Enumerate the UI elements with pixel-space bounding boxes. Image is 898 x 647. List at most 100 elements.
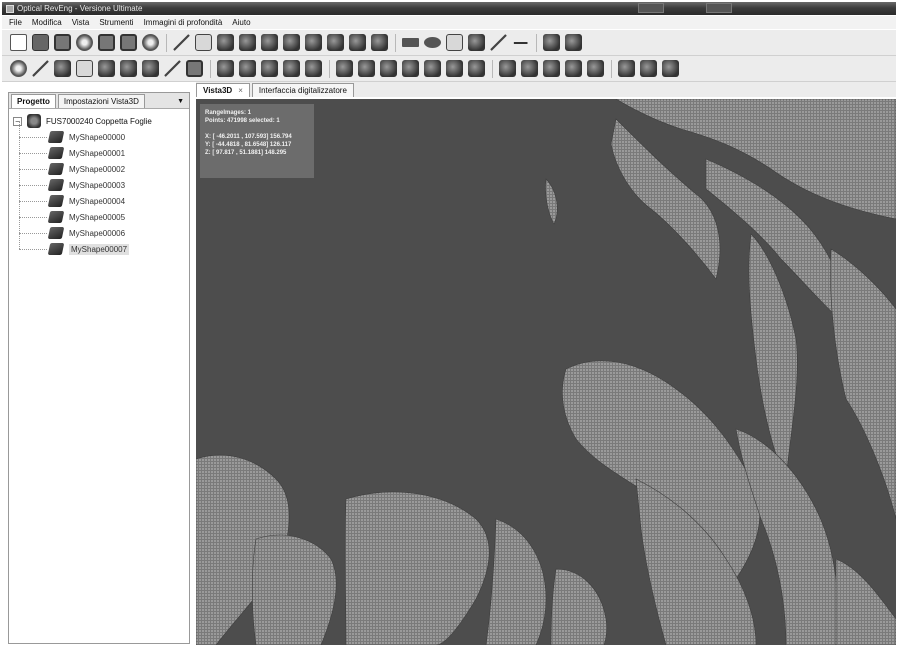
- tool-b-icon[interactable]: [358, 60, 375, 77]
- tool-l-icon[interactable]: [587, 60, 604, 77]
- tree-root[interactable]: − FUS7000240 Coppetta Foglie: [9, 113, 189, 129]
- edit-points-icon[interactable]: [468, 34, 485, 51]
- line-icon[interactable]: [490, 34, 507, 51]
- menu-modifica[interactable]: Modifica: [27, 18, 67, 27]
- cube-icon[interactable]: [327, 34, 344, 51]
- shaded-icon[interactable]: [76, 60, 93, 77]
- tree-item[interactable]: MyShape00001: [9, 137, 189, 161]
- cut-icon[interactable]: [305, 60, 322, 77]
- info-range-images: RangeImages: 1: [205, 110, 252, 116]
- points-icon[interactable]: [98, 60, 115, 77]
- split-icon[interactable]: [283, 60, 300, 77]
- menu-file[interactable]: File: [4, 18, 27, 27]
- tree-root-label: FUS7000240 Coppetta Foglie: [46, 116, 152, 126]
- tree-item-label: MyShape00000: [69, 132, 126, 142]
- arrow-icon[interactable]: [512, 34, 529, 51]
- tool-m-icon[interactable]: [618, 60, 635, 77]
- view-area: Vista3D × Interfaccia digitalizzatore Ra…: [196, 82, 896, 645]
- new-file-icon[interactable]: [10, 34, 27, 51]
- tree-item[interactable]: MyShape00003: [9, 169, 189, 193]
- bounding-box-icon[interactable]: [186, 60, 203, 77]
- screen-icon[interactable]: [120, 34, 137, 51]
- tool-c-icon[interactable]: [380, 60, 397, 77]
- minimize-button[interactable]: [638, 3, 664, 13]
- scanner-icon[interactable]: [217, 34, 234, 51]
- menu-vista[interactable]: Vista: [67, 18, 95, 27]
- window-titlebar: Optical RevEng - Versione Ultimate: [2, 2, 896, 15]
- tool-g-icon[interactable]: [468, 60, 485, 77]
- wireframe-icon[interactable]: [142, 60, 159, 77]
- window-title: Optical RevEng - Versione Ultimate: [17, 4, 143, 13]
- point-cloud-render: [196, 99, 896, 645]
- fit-view-icon[interactable]: [195, 34, 212, 51]
- mesh-icon[interactable]: [261, 34, 278, 51]
- tool-f-icon[interactable]: [446, 60, 463, 77]
- zoom-icon[interactable]: [173, 34, 190, 51]
- mesh-alt-icon[interactable]: [283, 34, 300, 51]
- transform-icon[interactable]: [349, 34, 366, 51]
- tree-item-label: MyShape00007: [69, 243, 130, 255]
- target-icon[interactable]: [142, 34, 159, 51]
- shape-icon: [47, 227, 65, 239]
- align-icon[interactable]: [543, 34, 560, 51]
- pointer-icon[interactable]: [32, 60, 49, 77]
- filter-icon[interactable]: [164, 60, 181, 77]
- surface-icon[interactable]: [120, 60, 137, 77]
- monitor-icon[interactable]: [98, 34, 115, 51]
- toolbar-separator: [611, 59, 612, 78]
- scanner-alt-icon[interactable]: [239, 34, 256, 51]
- tool-j-icon[interactable]: [543, 60, 560, 77]
- tree-item-label: MyShape00006: [69, 228, 126, 238]
- tool-k-icon[interactable]: [565, 60, 582, 77]
- tool-e-icon[interactable]: [424, 60, 441, 77]
- globe-icon[interactable]: [76, 34, 93, 51]
- collapse-icon[interactable]: −: [13, 116, 22, 126]
- 3d-viewport[interactable]: RangeImages: 1 Points: 471998 selected: …: [196, 99, 896, 645]
- merge-icon[interactable]: [261, 60, 278, 77]
- panel-dropdown-icon[interactable]: ▼: [177, 98, 184, 105]
- tab-vista3d[interactable]: Vista3D ×: [196, 83, 250, 97]
- menu-strumenti[interactable]: Strumenti: [94, 18, 138, 27]
- tool-a-icon[interactable]: [336, 60, 353, 77]
- toolbar-separator: [329, 59, 330, 78]
- tool-d-icon[interactable]: [402, 60, 419, 77]
- render-icon[interactable]: [54, 60, 71, 77]
- lasso-select-icon[interactable]: [446, 34, 463, 51]
- align-alt-icon[interactable]: [565, 34, 582, 51]
- leaf-shape: [545, 178, 558, 225]
- smooth-icon[interactable]: [239, 60, 256, 77]
- ellipse-select-icon[interactable]: [424, 37, 441, 48]
- project-icon: [27, 114, 41, 128]
- lock-icon[interactable]: [371, 34, 388, 51]
- tool-i-icon[interactable]: [521, 60, 538, 77]
- camera-icon[interactable]: [305, 34, 322, 51]
- menu-immagini-profondita[interactable]: Immagini di profondità: [139, 18, 228, 27]
- tree-item[interactable]: MyShape00002: [9, 153, 189, 177]
- tree-item-selected[interactable]: MyShape00007: [9, 233, 189, 257]
- toolbar-separator: [536, 33, 537, 52]
- close-icon[interactable]: ×: [238, 86, 243, 95]
- tree-item[interactable]: MyShape00004: [9, 185, 189, 209]
- decimate-icon[interactable]: [217, 60, 234, 77]
- tool-h-icon[interactable]: [499, 60, 516, 77]
- tree-item-label: MyShape00003: [69, 180, 126, 190]
- menu-aiuto[interactable]: Aiuto: [227, 18, 255, 27]
- tool-n-icon[interactable]: [640, 60, 657, 77]
- tab-progetto[interactable]: Progetto: [11, 94, 56, 108]
- tab-impostazioni-vista3d[interactable]: Impostazioni Vista3D: [57, 94, 145, 108]
- tree-item[interactable]: MyShape00000: [9, 121, 189, 145]
- shape-icon: [47, 243, 65, 255]
- tab-interfaccia-digitalizzatore[interactable]: Interfaccia digitalizzatore: [251, 83, 354, 97]
- tool-o-icon[interactable]: [662, 60, 679, 77]
- view-tabs: Vista3D × Interfaccia digitalizzatore: [196, 82, 896, 97]
- project-panel: Progetto Impostazioni Vista3D ▼ − FUS700…: [8, 92, 190, 644]
- rectangle-select-icon[interactable]: [402, 38, 419, 47]
- leaf-shape: [835, 558, 896, 645]
- maximize-button[interactable]: [706, 3, 732, 13]
- open-icon[interactable]: [54, 34, 71, 51]
- tree-item[interactable]: MyShape00005: [9, 201, 189, 225]
- save-icon[interactable]: [32, 34, 49, 51]
- tree-item[interactable]: MyShape00006: [9, 217, 189, 241]
- scene-info-overlay: RangeImages: 1 Points: 471998 selected: …: [200, 104, 314, 178]
- grid-icon[interactable]: [10, 60, 27, 77]
